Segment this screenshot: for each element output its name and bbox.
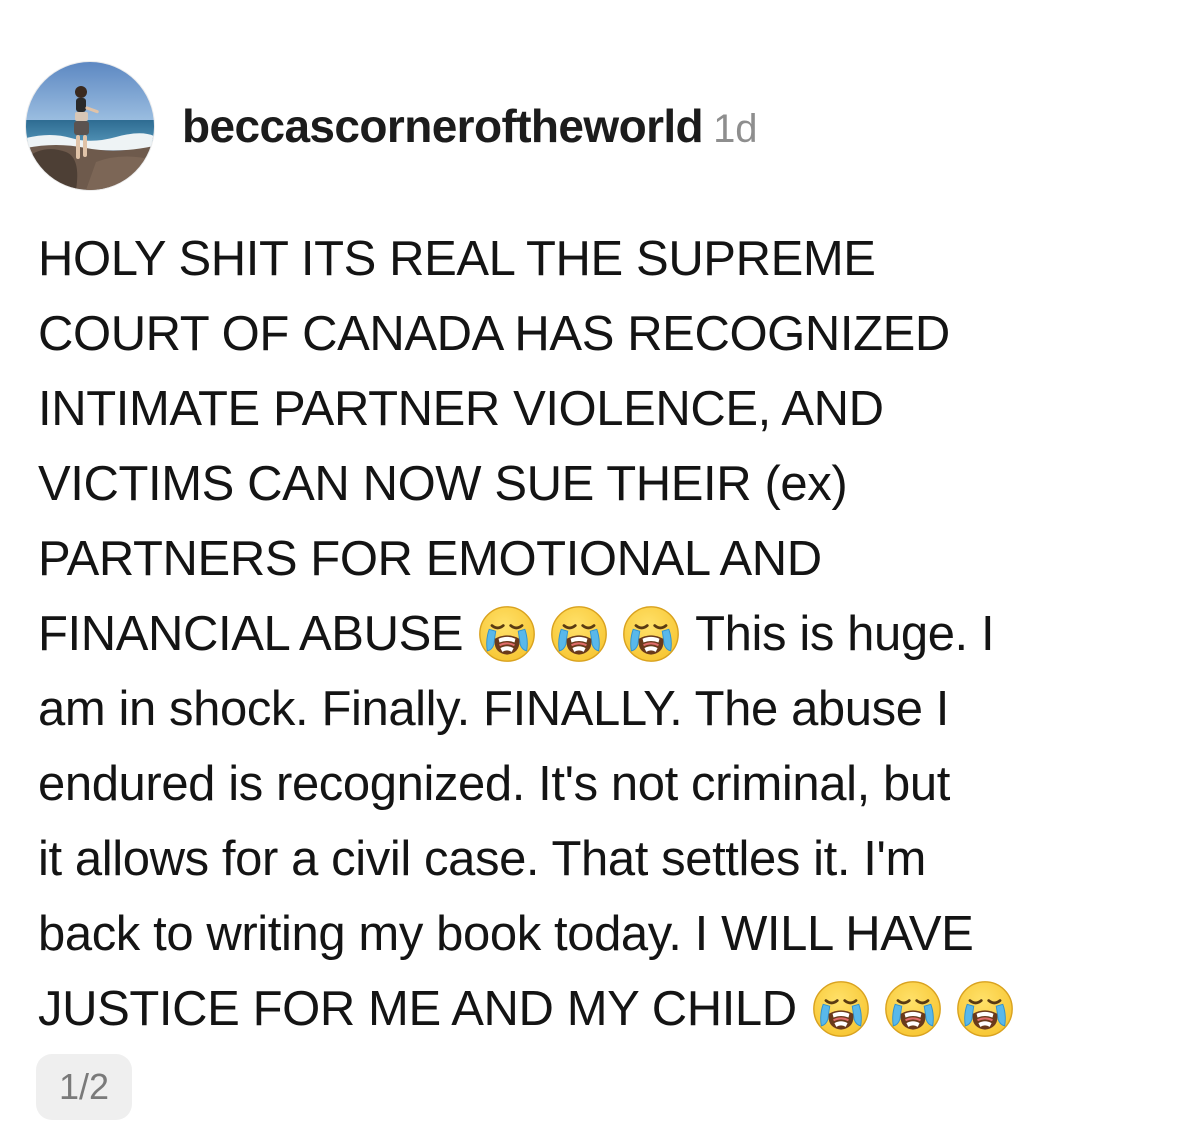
loudly-crying-face-icon bbox=[549, 604, 609, 664]
comment-meta: beccascorneroftheworld 1d bbox=[182, 99, 758, 153]
caption-line-7: am in shock. Finally. FINALLY. The abuse… bbox=[38, 682, 950, 736]
loudly-crying-face-icon bbox=[621, 604, 681, 664]
loudly-crying-face-icon bbox=[955, 979, 1015, 1039]
caption-line-8: endured is recognized. It's not criminal… bbox=[38, 757, 950, 811]
caption-line-6-start: FINANCIAL ABUSE bbox=[38, 607, 464, 661]
caption-line-6: FINANCIAL ABUSE This is huge. I bbox=[38, 597, 1148, 672]
emoji-group bbox=[811, 969, 1015, 1044]
emoji-group bbox=[477, 594, 681, 669]
caption-line-3: INTIMATE PARTNER VIOLENCE, AND bbox=[38, 382, 884, 436]
avatar-image bbox=[26, 62, 154, 190]
loudly-crying-face-icon bbox=[811, 979, 871, 1039]
comment-text: HOLY SHIT ITS REAL THE SUPREME COURT OF … bbox=[38, 222, 1148, 1047]
caption-line-10: back to writing my book today. I WILL HA… bbox=[38, 907, 974, 961]
avatar[interactable] bbox=[26, 62, 154, 190]
loudly-crying-face-icon bbox=[477, 604, 537, 664]
caption-line-2: COURT OF CANADA HAS RECOGNIZED bbox=[38, 307, 950, 361]
comment-header: beccascorneroftheworld 1d bbox=[26, 60, 758, 192]
instagram-comment: beccascorneroftheworld 1d HOLY SHIT ITS … bbox=[0, 0, 1179, 1123]
page-indicator[interactable]: 1/2 bbox=[36, 1054, 132, 1120]
caption-line-1: HOLY SHIT ITS REAL THE SUPREME bbox=[38, 232, 876, 286]
timestamp: 1d bbox=[713, 107, 758, 151]
caption-line-9: it allows for a civil case. That settles… bbox=[38, 832, 926, 886]
caption-line-6-end: This is huge. I bbox=[695, 607, 995, 661]
loudly-crying-face-icon bbox=[883, 979, 943, 1039]
caption-line-11: JUSTICE FOR ME AND MY CHILD bbox=[38, 972, 1148, 1047]
username[interactable]: beccascorneroftheworld bbox=[182, 99, 704, 153]
caption-line-4: VICTIMS CAN NOW SUE THEIR (ex) bbox=[38, 457, 848, 511]
caption-line-5: PARTNERS FOR EMOTIONAL AND bbox=[38, 532, 822, 586]
caption-line-11-start: JUSTICE FOR ME AND MY CHILD bbox=[38, 982, 797, 1036]
